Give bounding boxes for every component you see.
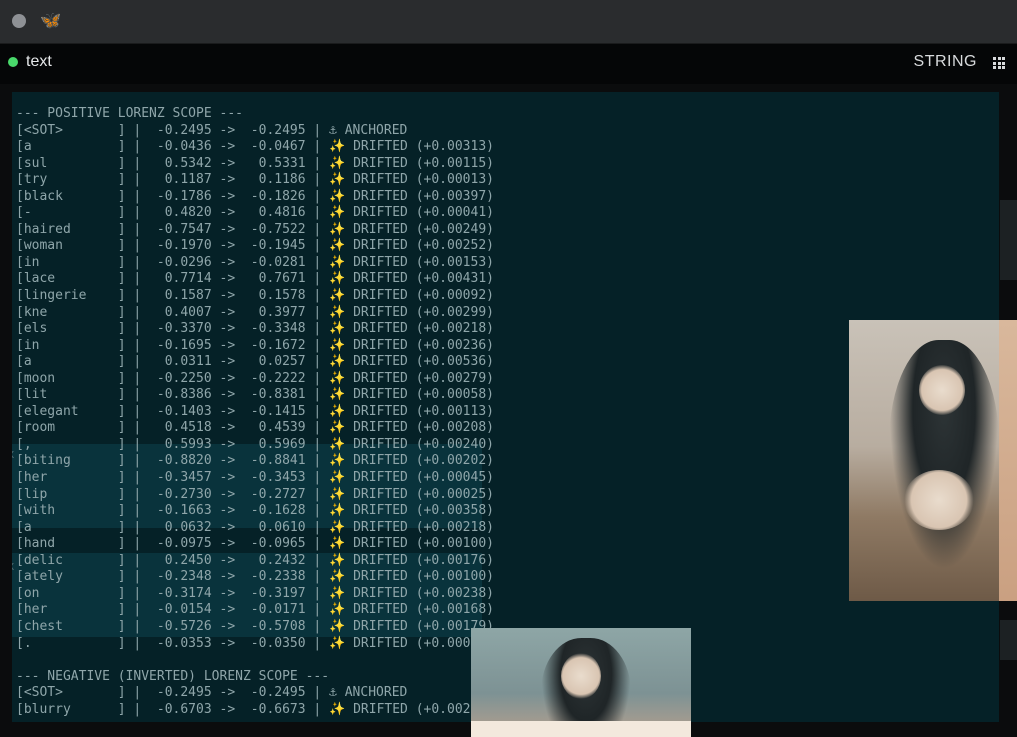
scope-row: [. ] | -0.0353 -> -0.0350 | ✨ DRIFTED (+… (16, 635, 494, 651)
window-titlebar: 🦋 (0, 0, 1017, 44)
scope-row: [ately ] | -0.2348 -> -0.2338 | ✨ DRIFTE… (16, 569, 494, 585)
sparkles-icon: ✨ (329, 519, 346, 535)
sparkles-icon: ✨ (329, 635, 346, 651)
sparkles-icon: ✨ (329, 602, 346, 618)
sparkles-icon: ✨ (329, 205, 346, 221)
grid-icon[interactable] (993, 57, 1005, 69)
scope-row: [her ] | -0.0154 -> -0.0171 | ✨ DRIFTED … (16, 602, 494, 618)
scope-row: [haired ] | -0.7547 -> -0.7522 | ✨ DRIFT… (16, 221, 494, 237)
sparkles-icon: ✨ (329, 337, 346, 353)
positive-scope-header: --- POSITIVE LORENZ SCOPE --- (16, 106, 243, 121)
sparkles-icon: ✨ (329, 370, 346, 386)
sparkles-icon: ✨ (329, 420, 346, 436)
sparkles-icon: ✨ (329, 254, 346, 270)
sparkles-icon: ✨ (329, 221, 346, 237)
scope-row: [her ] | -0.3457 -> -0.3453 | ✨ DRIFTED … (16, 470, 494, 486)
negative-scope-header: --- NEGATIVE (INVERTED) LORENZ SCOPE --- (16, 668, 330, 684)
sparkles-icon: ✨ (329, 271, 346, 287)
scope-row: [lace ] | 0.7714 -> 0.7671 | ✨ DRIFTED (… (16, 271, 494, 287)
scope-row: [lip ] | -0.2730 -> -0.2727 | ✨ DRIFTED … (16, 486, 494, 502)
butterfly-icon: 🦋 (40, 11, 62, 30)
scope-row: [with ] | -0.1663 -> -0.1628 | ✨ DRIFTED… (16, 503, 494, 519)
scope-row: [lit ] | -0.8386 -> -0.8381 | ✨ DRIFTED … (16, 387, 494, 403)
scope-row: [chest ] | -0.5726 -> -0.5708 | ✨ DRIFTE… (16, 618, 494, 634)
scope-row: [a ] | 0.0311 -> 0.0257 | ✨ DRIFTED (+0.… (16, 354, 494, 370)
sparkles-icon: ✨ (329, 470, 346, 486)
scope-row: [woman ] | -0.1970 -> -0.1945 | ✨ DRIFTE… (16, 238, 494, 254)
sparkles-icon: ✨ (329, 453, 346, 469)
sparkles-icon: ✨ (329, 552, 346, 568)
status-indicator-icon (8, 57, 18, 67)
anchor-icon: ⚓ (329, 685, 337, 701)
scope-row: [blurry ] | -0.6703 -> -0.6673 | ✨ DRIFT… (16, 701, 494, 717)
sparkles-icon: ✨ (329, 486, 346, 502)
sparkles-icon: ✨ (329, 387, 346, 403)
sparkles-icon: ✨ (329, 569, 346, 585)
ghost-label: ex (12, 447, 14, 461)
sparkles-icon: ✨ (329, 155, 346, 171)
sparkles-icon: ✨ (329, 172, 346, 188)
output-type-label: STRING (913, 53, 977, 70)
sparkles-icon: ✨ (329, 701, 346, 717)
sparkles-icon: ✨ (329, 288, 346, 304)
scope-row: [in ] | -0.0296 -> -0.0281 | ✨ DRIFTED (… (16, 254, 494, 270)
scope-row: [elegant ] | -0.1403 -> -0.1415 | ✨ DRIF… (16, 403, 494, 419)
sparkles-icon: ✨ (329, 139, 346, 155)
sparkles-icon: ✨ (329, 238, 346, 254)
scope-row: [delic ] | 0.2450 -> 0.2432 | ✨ DRIFTED … (16, 552, 494, 568)
image-preview[interactable] (849, 320, 1017, 601)
sparkles-icon: ✨ (329, 436, 346, 452)
scope-row: [biting ] | -0.8820 -> -0.8841 | ✨ DRIFT… (16, 453, 494, 469)
background-panel-edge (1000, 200, 1017, 280)
sparkles-icon: ✨ (329, 618, 346, 634)
anchor-icon: ⚓ (329, 122, 337, 138)
scope-row: [sul ] | 0.5342 -> 0.5331 | ✨ DRIFTED (+… (16, 155, 494, 171)
scope-row: [lingerie ] | 0.1587 -> 0.1578 | ✨ DRIFT… (16, 288, 494, 304)
scope-row: [try ] | 0.1187 -> 0.1186 | ✨ DRIFTED (+… (16, 172, 494, 188)
sparkles-icon: ✨ (329, 585, 346, 601)
node-header: text STRING (0, 44, 1017, 84)
sparkles-icon: ✨ (329, 321, 346, 337)
scope-row: [moon ] | -0.2250 -> -0.2222 | ✨ DRIFTED… (16, 370, 494, 386)
background-panel-edge (1000, 620, 1017, 660)
scope-row: [- ] | 0.4820 -> 0.4816 | ✨ DRIFTED (+0.… (16, 205, 494, 221)
ghost-label: ex (12, 559, 14, 573)
scope-row: [<SOT> ] | -0.2495 -> -0.2495 | ⚓ ANCHOR… (16, 685, 408, 701)
scope-row: [hand ] | -0.0975 -> -0.0965 | ✨ DRIFTED… (16, 536, 494, 552)
sparkles-icon: ✨ (329, 354, 346, 370)
scope-row: [in ] | -0.1695 -> -0.1672 | ✨ DRIFTED (… (16, 337, 494, 353)
node-title[interactable]: text (26, 53, 52, 71)
scope-row: [kne ] | 0.4007 -> 0.3977 | ✨ DRIFTED (+… (16, 304, 494, 320)
sparkles-icon: ✨ (329, 188, 346, 204)
scope-output-text: --- POSITIVE LORENZ SCOPE --- [<SOT> ] | … (16, 106, 494, 718)
scope-row: [a ] | -0.0436 -> -0.0467 | ✨ DRIFTED (+… (16, 139, 494, 155)
scope-row: [black ] | -0.1786 -> -0.1826 | ✨ DRIFTE… (16, 188, 494, 204)
sparkles-icon: ✨ (329, 503, 346, 519)
scope-row: [room ] | 0.4518 -> 0.4539 | ✨ DRIFTED (… (16, 420, 494, 436)
window-control-button[interactable] (12, 14, 26, 28)
scope-row: [a ] | 0.0632 -> 0.0610 | ✨ DRIFTED (+0.… (16, 519, 494, 535)
scope-row: [, ] | 0.5993 -> 0.5969 | ✨ DRIFTED (+0.… (16, 436, 494, 452)
scope-row: [on ] | -0.3174 -> -0.3197 | ✨ DRIFTED (… (16, 585, 494, 601)
sparkles-icon: ✨ (329, 403, 346, 419)
scope-row: [els ] | -0.3370 -> -0.3348 | ✨ DRIFTED … (16, 321, 494, 337)
sparkles-icon: ✨ (329, 304, 346, 320)
sparkles-icon: ✨ (329, 536, 346, 552)
image-preview-secondary[interactable] (471, 628, 691, 737)
scope-row: [<SOT> ] | -0.2495 -> -0.2495 | ⚓ ANCHOR… (16, 122, 408, 138)
